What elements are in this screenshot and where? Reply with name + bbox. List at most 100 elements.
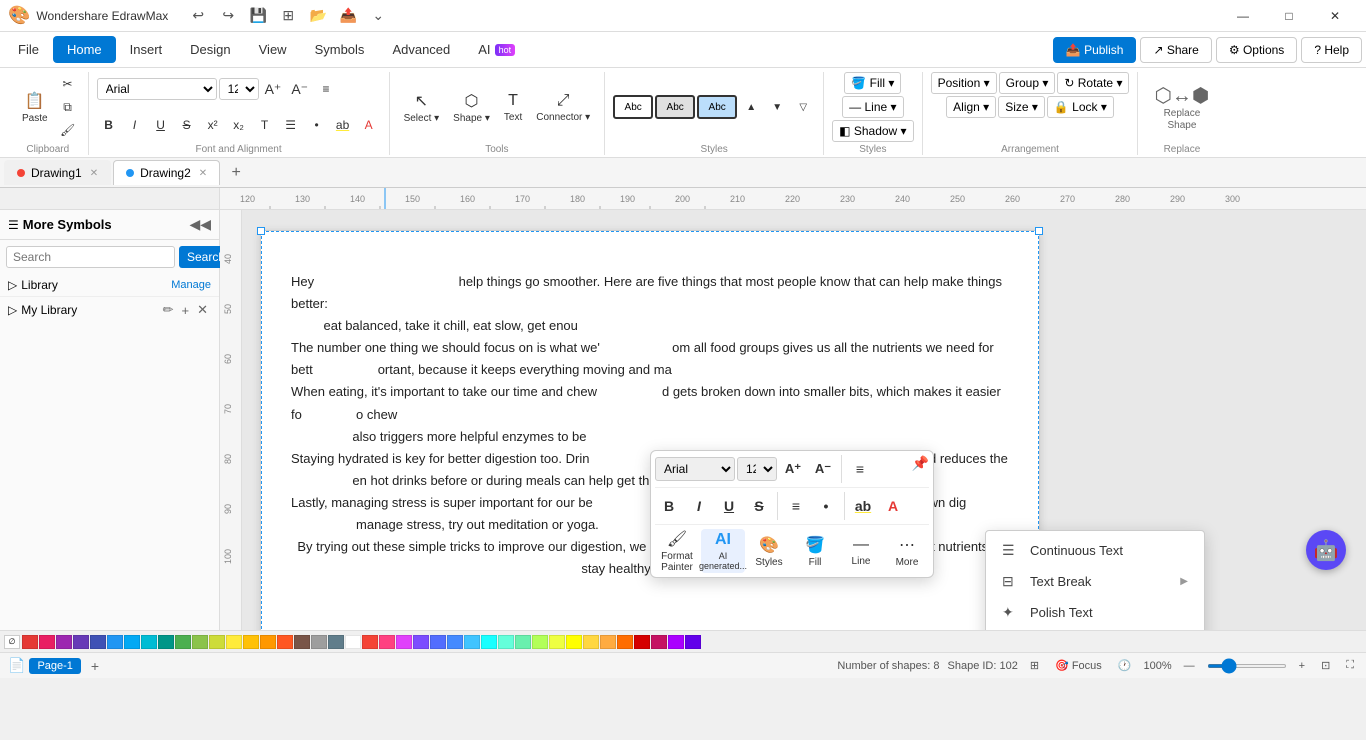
close-button[interactable]: ✕ — [1312, 0, 1358, 32]
menu-ai[interactable]: AI hot — [464, 36, 529, 63]
menu-view[interactable]: View — [245, 36, 301, 63]
ft-unordered-list-button[interactable]: • — [812, 492, 840, 520]
color-swatch[interactable] — [549, 635, 565, 649]
align-button[interactable]: Align ▾ — [946, 96, 996, 118]
color-swatch[interactable] — [277, 635, 293, 649]
undo-button[interactable]: ↩ — [184, 5, 212, 27]
color-swatch[interactable] — [515, 635, 531, 649]
no-fill-swatch[interactable]: ∅ — [4, 635, 20, 649]
shape-button[interactable]: ⬡ Shape ▾ — [447, 83, 496, 131]
add-tab-button[interactable]: + — [222, 159, 250, 187]
color-swatch[interactable] — [56, 635, 72, 649]
font-size-selector[interactable]: 12 — [219, 78, 259, 100]
color-swatch[interactable] — [413, 635, 429, 649]
align-button[interactable]: ≡ — [314, 78, 338, 100]
color-swatch[interactable] — [583, 635, 599, 649]
color-swatch[interactable] — [617, 635, 633, 649]
color-swatch[interactable] — [532, 635, 548, 649]
color-swatch[interactable] — [634, 635, 650, 649]
color-swatch[interactable] — [600, 635, 616, 649]
page-tab-1[interactable]: Page-1 — [29, 658, 80, 674]
font-selector[interactable]: Arial — [97, 78, 217, 100]
layers-button[interactable]: ⊞ — [1026, 657, 1043, 674]
handle-tl[interactable] — [257, 227, 265, 235]
ft-bold-button[interactable]: B — [655, 492, 683, 520]
cm-polish-text[interactable]: ✦ Polish Text — [986, 597, 1204, 628]
color-swatch[interactable] — [464, 635, 480, 649]
new-button[interactable]: ⊞ — [274, 5, 302, 27]
ft-styles-button[interactable]: 🎨 Styles — [747, 529, 791, 573]
ft-fill-button[interactable]: 🪣 Fill — [793, 529, 837, 573]
color-swatch[interactable] — [209, 635, 225, 649]
ft-font-shrink[interactable]: A⁻ — [809, 455, 837, 483]
color-swatch[interactable] — [141, 635, 157, 649]
save-button[interactable]: 💾 — [244, 5, 272, 27]
add-page-button[interactable]: + — [85, 656, 105, 676]
options-button[interactable]: ⚙ Options — [1216, 37, 1297, 63]
color-swatch[interactable] — [124, 635, 140, 649]
manage-link[interactable]: Manage — [171, 279, 211, 291]
ft-line-button[interactable]: — Line — [839, 529, 883, 573]
cm-make-longer[interactable]: ↔ Make this passage longer — [986, 628, 1204, 630]
ft-more-button[interactable]: ⋯ More — [885, 529, 929, 573]
menu-design[interactable]: Design — [176, 36, 244, 63]
menu-symbols[interactable]: Symbols — [301, 36, 379, 63]
ft-ai-button[interactable]: AI AIgenerated... — [701, 529, 745, 573]
position-button[interactable]: Position ▾ — [931, 72, 997, 94]
edit-library-button[interactable]: ✏ — [160, 301, 177, 319]
color-swatch[interactable] — [481, 635, 497, 649]
ft-format-painter-button[interactable]: 🖌 FormatPainter — [655, 529, 699, 573]
help-button[interactable]: ? Help — [1301, 37, 1362, 63]
ft-font-selector[interactable]: Arial — [655, 457, 735, 481]
tab-close-1[interactable]: ✕ — [90, 168, 98, 179]
underline-ribbon-button[interactable]: U — [149, 114, 173, 136]
color-swatch[interactable] — [311, 635, 327, 649]
styles-expand[interactable]: ▽ — [791, 96, 815, 118]
group-button[interactable]: Group ▾ — [999, 72, 1056, 94]
superscript-button[interactable]: x² — [201, 114, 225, 136]
clock-button[interactable]: 🕐 — [1114, 657, 1136, 674]
ft-italic-button[interactable]: I — [685, 492, 713, 520]
color-swatch[interactable] — [73, 635, 89, 649]
library-label[interactable]: Library — [21, 278, 167, 292]
pin-icon[interactable]: 📌 — [912, 455, 929, 472]
ft-color-button[interactable]: A — [879, 492, 907, 520]
font-increase-button[interactable]: A⁺ — [261, 78, 286, 100]
color-swatch[interactable] — [294, 635, 310, 649]
select-button[interactable]: ↖ Select ▾ — [398, 83, 446, 131]
remove-library-button[interactable]: ✕ — [194, 301, 211, 319]
replace-shape-button[interactable]: ⬡↔⬢ ReplaceShape — [1146, 81, 1217, 133]
publish-button[interactable]: 📤 Publish — [1053, 37, 1137, 63]
list-button[interactable]: ☰ — [279, 114, 303, 136]
copy-button[interactable]: ⧉ — [56, 96, 80, 118]
maximize-button[interactable]: □ — [1266, 0, 1312, 32]
share-button[interactable]: ↗ Share — [1140, 37, 1211, 63]
lock-button[interactable]: 🔒 Lock ▾ — [1047, 96, 1114, 118]
color-swatch[interactable] — [430, 635, 446, 649]
color-swatch[interactable] — [685, 635, 701, 649]
rotate-button[interactable]: ↻ Rotate ▾ — [1057, 72, 1129, 94]
cut-button[interactable]: ✂ — [56, 73, 80, 95]
color-swatch[interactable] — [107, 635, 123, 649]
cm-continuous-text[interactable]: ☰ Continuous Text — [986, 535, 1204, 566]
shadow-button[interactable]: ◧ Shadow ▾ — [832, 120, 913, 142]
tab-drawing2[interactable]: Drawing2 ✕ — [113, 160, 220, 185]
ft-highlight-button[interactable]: ab — [849, 492, 877, 520]
color-swatch[interactable] — [226, 635, 242, 649]
my-library-label[interactable]: My Library — [21, 303, 155, 317]
color-swatch[interactable] — [192, 635, 208, 649]
menu-home[interactable]: Home — [53, 36, 116, 63]
export-button[interactable]: 📤 — [334, 5, 362, 27]
color-swatch[interactable] — [379, 635, 395, 649]
zoom-in-button[interactable]: + — [1295, 658, 1309, 674]
menu-insert[interactable]: Insert — [116, 36, 177, 63]
fill-button[interactable]: 🪣 Fill ▾ — [844, 72, 901, 94]
color-swatch[interactable] — [22, 635, 38, 649]
font-decrease-button[interactable]: A⁻ — [287, 78, 312, 100]
color-swatch[interactable] — [90, 635, 106, 649]
paste-button[interactable]: 📋 Paste — [16, 83, 54, 131]
text-style-button[interactable]: T — [253, 114, 277, 136]
color-swatch[interactable] — [243, 635, 259, 649]
more-title-button[interactable]: ⌄ — [364, 5, 392, 27]
redo-button[interactable]: ↪ — [214, 5, 242, 27]
